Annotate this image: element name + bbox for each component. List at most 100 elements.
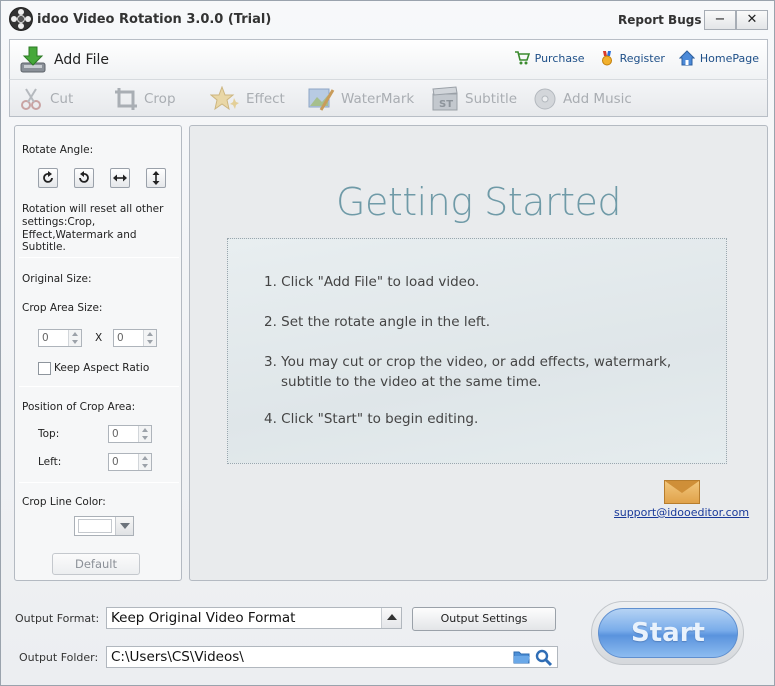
effect-label: Effect [246, 91, 285, 107]
effect-tool[interactable]: Effect [210, 86, 285, 112]
title-bar: idoo Video Rotation 3.0.0 (Trial) Report… [1, 1, 774, 37]
chevron-down-icon[interactable] [115, 517, 133, 535]
step-1: 1. Click "Add File" to load video. [264, 274, 480, 290]
subtitle-label: Subtitle [465, 91, 518, 107]
rotate-clockwise-button[interactable] [38, 168, 58, 188]
homepage-link[interactable]: HomePage [678, 50, 759, 66]
output-folder-input[interactable]: C:\Users\CS\Videos\ [106, 646, 558, 668]
output-format-select[interactable]: Keep Original Video Format [106, 607, 402, 629]
purchase-label: Purchase [534, 51, 585, 65]
keep-aspect-ratio-label: Keep Aspect Ratio [54, 362, 150, 374]
getting-started-title: Getting Started [336, 180, 621, 224]
step-2: 2. Set the rotate angle in the left. [264, 314, 490, 330]
register-label: Register [619, 51, 665, 65]
purchase-link[interactable]: Purchase [514, 50, 585, 66]
main-toolbar: Add File Purchase Register HomePage [9, 39, 768, 79]
start-button-frame: Start [591, 601, 744, 665]
output-format-value: Keep Original Video Format [111, 610, 296, 626]
rotate-counterclockwise-button[interactable] [74, 168, 94, 188]
film-reel-icon [9, 7, 33, 31]
step-3-continued: subtitle to the video at the same time. [281, 374, 542, 390]
cut-tool[interactable]: Cut [20, 86, 73, 112]
support-email-link[interactable]: support@idooeditor.com [614, 506, 749, 519]
rotation-note-1: Rotation will reset all other [22, 203, 164, 215]
watermark-tool[interactable]: WaterMark [307, 86, 414, 112]
close-button[interactable]: ✕ [736, 10, 768, 30]
output-folder-label: Output Folder: [19, 651, 99, 664]
cart-icon [514, 51, 530, 65]
top-stepper[interactable]: 0 [108, 425, 152, 443]
support-contact: support@idooeditor.com [614, 480, 749, 519]
watermark-label: WaterMark [341, 91, 415, 107]
output-folder-value: C:\Users\CS\Videos\ [111, 649, 244, 665]
stepper-arrows[interactable] [138, 426, 151, 442]
left-label: Left: [38, 456, 62, 468]
homepage-label: HomePage [699, 51, 759, 65]
home-icon [678, 50, 695, 66]
add-music-tool[interactable]: Add Music [533, 86, 632, 112]
crop-area-size-label: Crop Area Size: [22, 302, 103, 314]
crop-line-color-label: Crop Line Color: [22, 496, 106, 508]
settings-panel: Rotate Angle: Rotation will reset all ot… [14, 125, 182, 581]
rotate-counterclockwise-icon [79, 171, 89, 183]
add-file-icon [20, 46, 46, 73]
add-file-label: Add File [54, 52, 109, 68]
envelope-icon [663, 480, 700, 504]
stepper-arrows[interactable] [138, 454, 151, 470]
crop-icon [115, 88, 137, 110]
key-medal-icon [601, 51, 612, 66]
folder-icon[interactable] [513, 650, 531, 665]
search-icon[interactable] [535, 649, 553, 667]
step-3: 3. You may cut or crop the video, or add… [264, 354, 672, 370]
keep-aspect-ratio-checkbox[interactable] [38, 362, 51, 375]
stepper-arrows[interactable] [143, 330, 156, 346]
crop-tool[interactable]: Crop [114, 86, 176, 112]
flip-vertical-icon [152, 171, 160, 185]
crop-width-stepper[interactable]: 0 [38, 329, 82, 347]
rotation-note-2: settings:Crop, [22, 216, 96, 228]
flip-vertical-button[interactable] [146, 168, 166, 188]
output-format-label: Output Format: [15, 612, 100, 625]
window-title: idoo Video Rotation 3.0.0 (Trial) [37, 12, 272, 27]
chevron-up-icon[interactable] [381, 608, 401, 628]
top-value: 0 [112, 428, 119, 440]
color-swatch [78, 519, 112, 533]
divider [19, 386, 179, 387]
music-disc-icon [534, 88, 556, 110]
start-button[interactable]: Start [598, 608, 738, 658]
cut-label: Cut [50, 91, 74, 107]
original-size-label: Original Size: [22, 273, 92, 285]
crop-height-value: 0 [117, 332, 124, 344]
flip-horizontal-button[interactable] [110, 168, 130, 188]
instructions-box: 1. Click "Add File" to load video. 2. Se… [227, 238, 727, 464]
crop-label: Crop [144, 91, 176, 107]
add-file-button[interactable]: Add File [18, 44, 109, 76]
flip-horizontal-icon [113, 174, 127, 182]
left-stepper[interactable]: 0 [108, 453, 152, 471]
svg-text:ST: ST [439, 99, 453, 110]
preview-area: Getting Started 1. Click "Add File" to l… [189, 125, 768, 581]
add-music-label: Add Music [563, 91, 632, 107]
rotate-clockwise-icon [43, 171, 53, 183]
crop-width-value: 0 [42, 332, 49, 344]
stepper-arrows[interactable] [68, 330, 81, 346]
tools-toolbar: Cut Crop Effect WaterMark ST Subtitle Ad… [9, 79, 768, 117]
crop-position-label: Position of Crop Area: [22, 401, 136, 413]
divider [19, 482, 179, 483]
clapperboard-icon: ST [432, 86, 458, 111]
crop-line-color-picker[interactable] [74, 516, 134, 536]
scissors-icon [21, 88, 41, 110]
output-settings-button[interactable]: Output Settings [412, 607, 556, 631]
default-button[interactable]: Default [52, 553, 140, 575]
crop-height-stepper[interactable]: 0 [113, 329, 157, 347]
rotation-note-3: Effect,Watermark and Subtitle. [22, 229, 137, 253]
minimize-button[interactable]: − [704, 10, 736, 30]
left-value: 0 [112, 456, 119, 468]
divider [19, 257, 179, 258]
subtitle-tool[interactable]: ST Subtitle [431, 86, 517, 112]
register-link[interactable]: Register [599, 50, 665, 66]
top-label: Top: [38, 428, 60, 440]
app-window: idoo Video Rotation 3.0.0 (Trial) Report… [0, 0, 775, 686]
step-4: 4. Click "Start" to begin editing. [264, 411, 479, 427]
report-bugs-link[interactable]: Report Bugs [618, 13, 701, 27]
